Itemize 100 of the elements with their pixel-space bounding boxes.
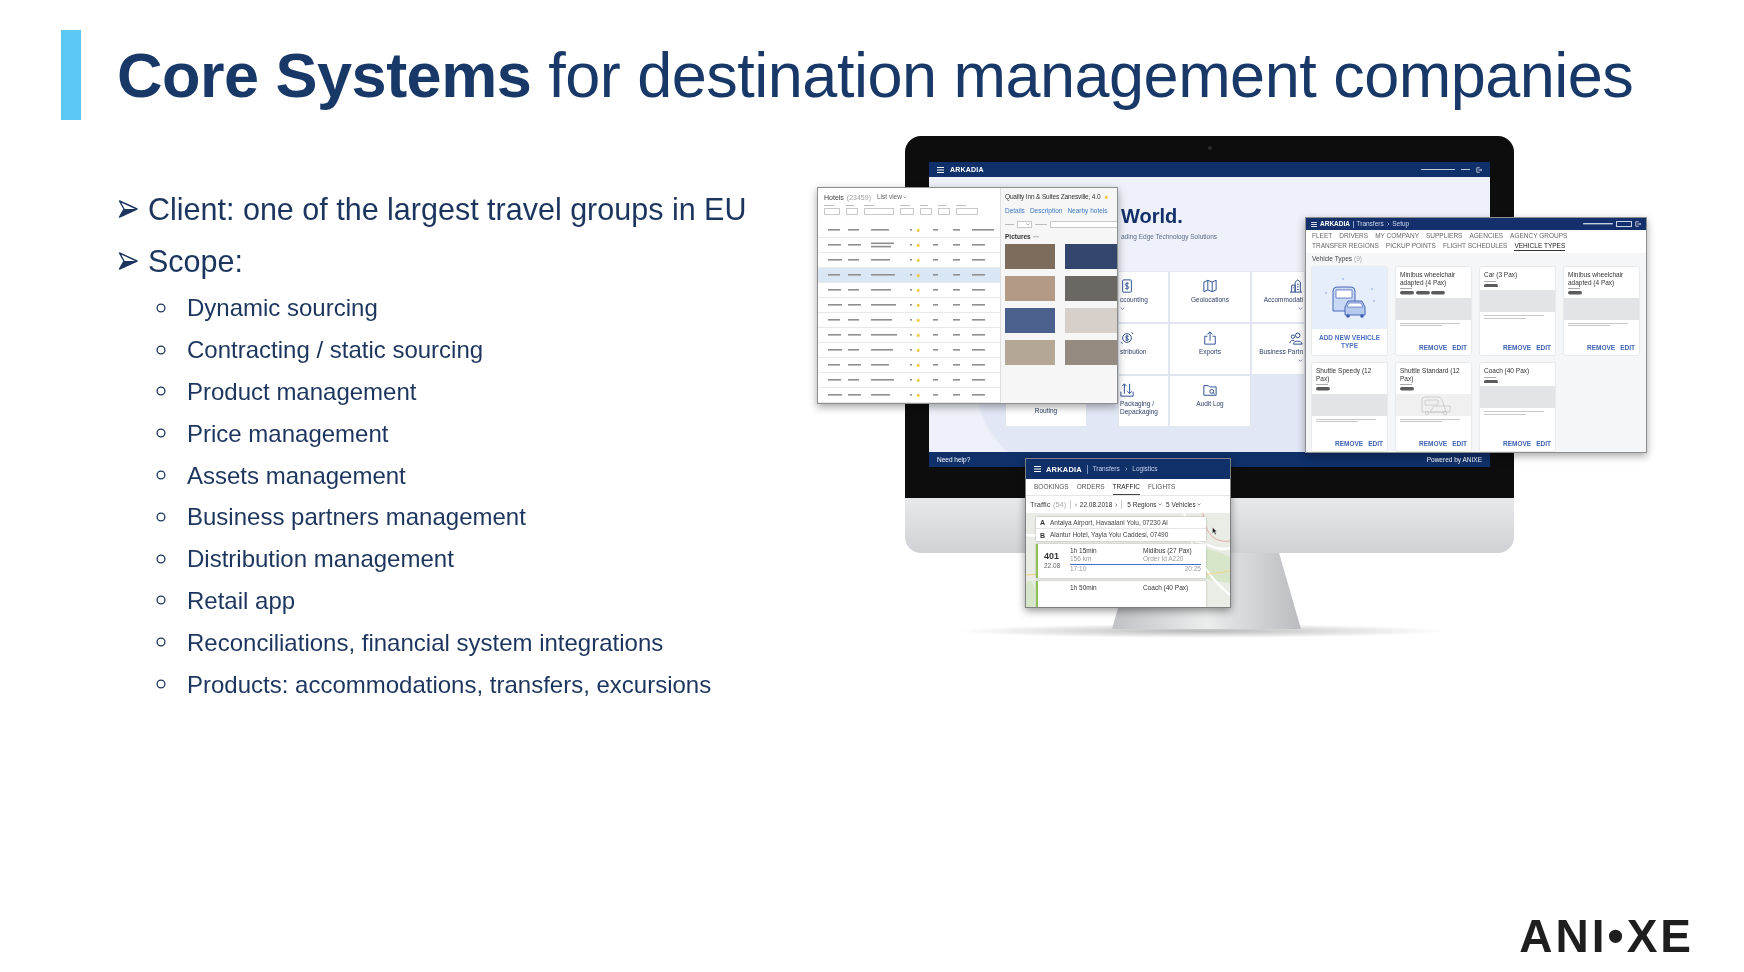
caret-icon [1120,306,1125,310]
buildings-icon [1289,279,1303,293]
source-field[interactable] [1017,221,1032,228]
dollar-coin-icon [1120,331,1134,345]
chevron-right-icon [1124,467,1128,471]
photo-placeholder [1005,244,1055,269]
dropdown-field[interactable] [1616,221,1632,227]
circle-bullet-icon [156,428,166,439]
upload-icon [1203,331,1217,345]
bullet-text: Business partners management [187,502,526,532]
tag-chip [1568,291,1582,295]
star-icon [916,317,921,323]
star-icon [916,392,921,398]
photo-placeholder [1005,340,1055,365]
photo-placeholder [1065,308,1117,333]
caret-icon [1025,223,1030,226]
text-placeholder-line [920,205,928,207]
text-placeholder-line [1568,288,1580,290]
next-icon[interactable] [1114,502,1118,507]
caret-icon [1298,358,1303,362]
photo-placeholder [1005,276,1055,301]
circle-bullet-icon [156,302,166,313]
text-placeholder-line [1484,376,1496,378]
bullet-text: Scope: [148,243,243,279]
filter-field[interactable] [900,208,914,216]
star-icon [916,347,921,353]
folder-search-icon [1203,383,1217,397]
tag-chip [1316,387,1330,391]
star-icon [916,272,921,278]
arrow-bullet-icon [118,199,138,219]
exit-icon[interactable] [1635,221,1641,227]
caret-icon [1197,503,1202,506]
text-placeholder-line [1400,288,1412,290]
star-icon [916,287,921,293]
bullet-text: Product management [187,377,417,406]
text-placeholder-line [1316,384,1328,386]
hotel-field[interactable] [1050,221,1117,228]
circle-bullet-icon [156,470,166,481]
circle-bullet-icon [156,595,166,606]
text-placeholder-line [846,205,854,207]
dollar-document-icon [1120,279,1134,293]
cursor-icon [1212,527,1217,535]
star-icon [916,377,921,383]
map-icon [1203,279,1217,293]
star-icon [1103,194,1109,200]
bullet-text: Retail app [187,585,296,615]
arrow-bullet-icon [118,251,138,271]
filter-field[interactable] [864,208,894,216]
menu-icon[interactable] [1311,221,1317,227]
star-icon [916,242,921,248]
up-down-arrows-icon [1120,383,1134,397]
text-placeholder-line [824,205,834,207]
trip-number: 401 [1044,551,1061,561]
bullet-text: Client: one of the largest travel groups in EU [148,191,747,227]
bullet-text: Assets management [187,460,406,490]
text-placeholder-line [956,205,966,207]
text-placeholder-line [900,205,910,207]
filter-field[interactable] [920,208,932,216]
slide-title: Core Systems for destination management companies [117,39,1634,112]
tag-chip [1400,387,1414,391]
text-placeholder-line [1035,223,1047,226]
hero-heading: World. [1121,206,1183,226]
caret-icon [1158,503,1163,506]
menu-icon[interactable] [937,166,944,173]
text-placeholder-line [938,205,946,207]
bullet-text: Distribution management [187,544,454,574]
caret-icon [903,195,908,199]
star-icon [916,332,921,338]
tag-chip [1484,379,1498,384]
filter-field[interactable] [938,208,950,216]
photo-placeholder [1065,276,1117,301]
exit-icon[interactable] [1476,166,1482,173]
text-placeholder-line [1400,384,1412,386]
menu-icon[interactable] [1034,466,1041,472]
filter-field[interactable] [824,208,840,216]
photo-placeholder [1065,340,1117,365]
circle-bullet-icon [156,553,166,564]
text-placeholder-line [1421,168,1455,171]
star-icon [916,257,921,263]
tag-chip [1484,283,1498,288]
text-placeholder-line [1583,223,1613,225]
chevron-right-icon [1386,222,1390,226]
star-icon [916,302,921,308]
bullet-text: Dynamic sourcing [187,293,378,323]
table-row[interactable] [818,268,1000,283]
bullet-text: Price management [187,418,389,448]
bullet-text: Products: accommodations, transfers, excursions [187,669,712,699]
star-icon [916,362,921,368]
people-icon [1289,331,1303,345]
circle-bullet-icon [156,679,166,690]
filter-field[interactable] [956,208,978,216]
logo-wordmark: ANI•XE [1519,918,1694,954]
photo-placeholder [1005,308,1055,333]
caret-icon [1298,306,1303,310]
photo-placeholder [1065,244,1117,269]
circle-bullet-icon [156,386,166,397]
text-placeholder-line [864,205,874,207]
filter-field[interactable] [846,208,858,216]
star-icon [916,227,921,233]
text-placeholder-line [1461,168,1470,171]
